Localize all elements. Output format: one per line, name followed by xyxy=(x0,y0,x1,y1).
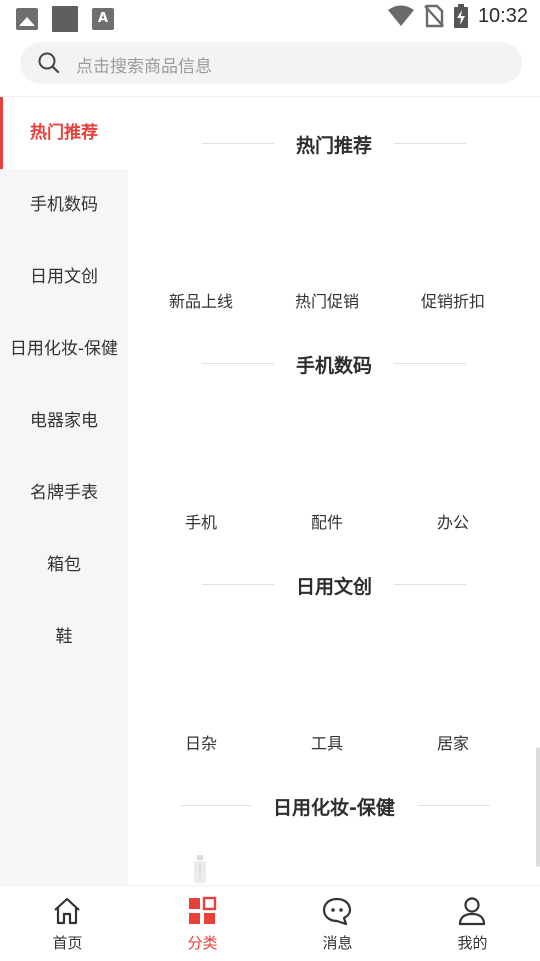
category-icon xyxy=(189,896,217,924)
section-divider-right xyxy=(418,805,490,806)
bottom-navigation: 首页 分类 消息 我的 xyxy=(0,885,540,961)
subcategory-item[interactable]: 工具 xyxy=(267,730,387,754)
subcategory-item[interactable]: 办公 xyxy=(393,509,513,533)
home-icon xyxy=(54,897,80,925)
section-title-digital: 手机数码 xyxy=(295,355,372,377)
no-sim-icon xyxy=(424,4,444,28)
category-content: 热门推荐 新品上线 热门促销 促销折扣 手机数码 手机 配件 办公 日用文创 日… xyxy=(128,97,540,885)
sidebar-item-shoes[interactable]: 鞋 xyxy=(0,601,128,673)
sidebar-item-cosmetics-health[interactable]: 日用化妆-保健 xyxy=(0,313,128,385)
subcategory-item[interactable]: 配件 xyxy=(267,509,387,533)
nav-tab-category[interactable]: 分类 xyxy=(135,886,270,961)
section-divider-right xyxy=(394,143,466,144)
text-notification-icon: A xyxy=(92,8,114,30)
sidebar-item-appliances[interactable]: 电器家电 xyxy=(0,385,128,457)
sidebar-item-hot[interactable]: 热门推荐 xyxy=(0,97,128,169)
nav-label: 我的 xyxy=(457,934,488,952)
sidebar-item-digital[interactable]: 手机数码 xyxy=(0,169,128,241)
sidebar-item-daily-creative[interactable]: 日用文创 xyxy=(0,241,128,313)
scrollbar[interactable] xyxy=(536,747,540,867)
product-thumbnail-icon xyxy=(194,855,206,883)
sidebar-item-bags[interactable]: 箱包 xyxy=(0,529,128,601)
search-placeholder: 点击搜索商品信息 xyxy=(76,57,212,77)
wifi-icon xyxy=(387,5,414,26)
nav-tab-messages[interactable]: 消息 xyxy=(270,886,405,961)
nav-label: 首页 xyxy=(52,934,83,952)
section-title-daily-creative: 日用文创 xyxy=(295,576,372,598)
profile-icon xyxy=(458,897,486,926)
subcategory-item[interactable]: 手机 xyxy=(141,509,261,533)
search-icon xyxy=(38,52,60,74)
battery-charging-icon xyxy=(453,4,468,28)
subcategory-item[interactable]: 居家 xyxy=(393,730,513,754)
nav-label: 分类 xyxy=(187,934,218,952)
section-divider-right xyxy=(394,363,466,364)
status-bar: A 10:32 xyxy=(0,0,540,36)
nav-label: 消息 xyxy=(322,934,353,952)
sidebar-item-watches[interactable]: 名牌手表 xyxy=(0,457,128,529)
search-bar-container: 点击搜索商品信息 xyxy=(0,36,540,97)
nav-tab-profile[interactable]: 我的 xyxy=(405,886,540,961)
search-input[interactable]: 点击搜索商品信息 xyxy=(20,42,522,84)
subcategory-item[interactable]: 日杂 xyxy=(141,730,261,754)
section-divider-right xyxy=(394,584,466,585)
square-notification-icon xyxy=(52,6,78,32)
message-icon xyxy=(322,897,352,926)
subcategory-item[interactable]: 促销折扣 xyxy=(393,288,513,312)
category-sidebar: 热门推荐 手机数码 日用文创 日用化妆-保健 电器家电 名牌手表 箱包 鞋 xyxy=(0,97,128,885)
subcategory-item[interactable]: 热门促销 xyxy=(267,288,387,312)
section-title-hot: 热门推荐 xyxy=(295,135,372,157)
subcategory-item[interactable]: 新品上线 xyxy=(141,288,261,312)
image-notification-icon xyxy=(16,8,38,30)
status-time: 10:32 xyxy=(477,4,528,27)
section-title-cosmetics-health: 日用化妆-保健 xyxy=(273,797,395,819)
nav-tab-home[interactable]: 首页 xyxy=(0,886,135,961)
